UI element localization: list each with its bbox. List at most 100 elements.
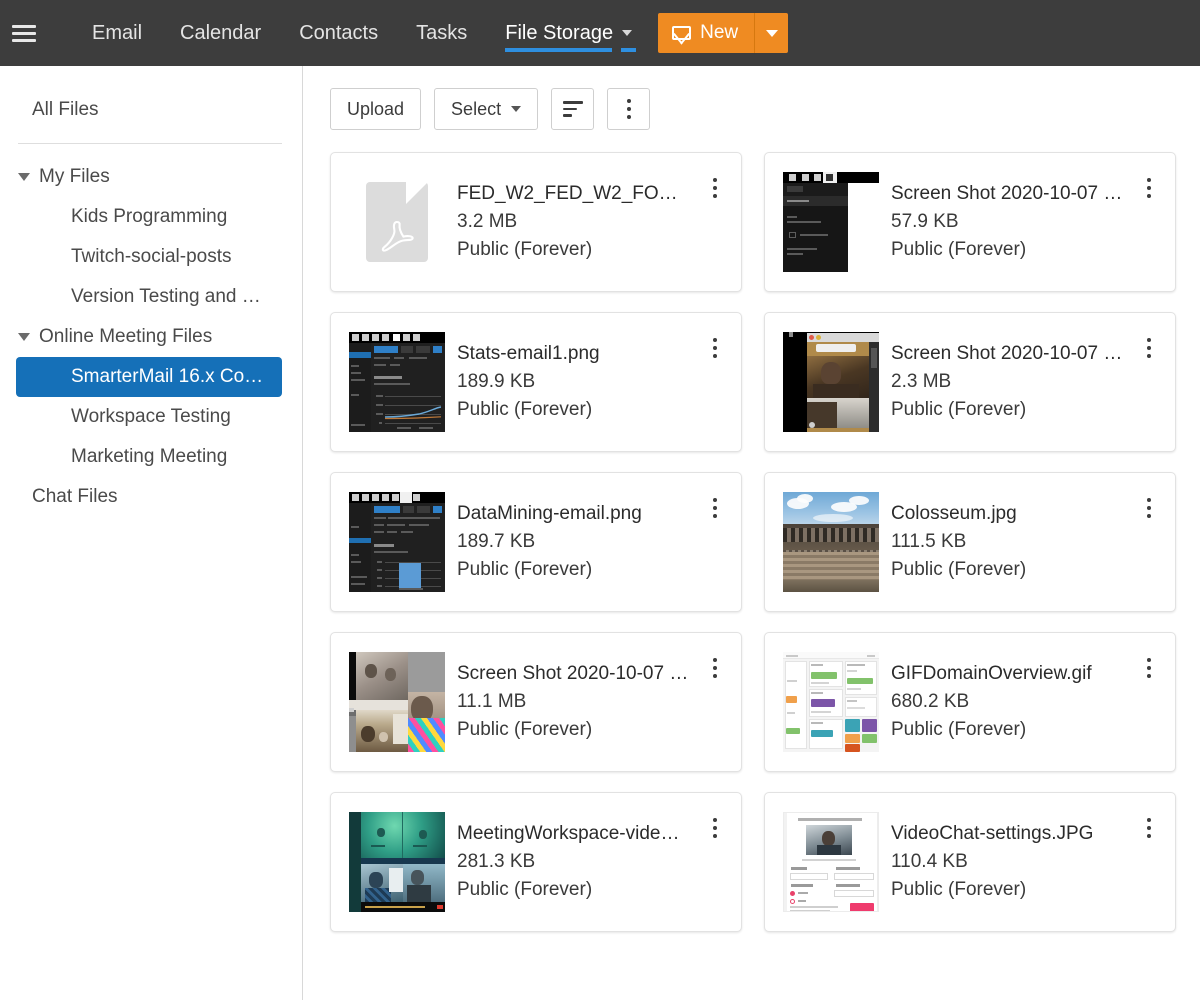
file-card-menu-button[interactable] xyxy=(707,335,723,361)
file-card-menu-button[interactable] xyxy=(707,175,723,201)
file-permission: Public (Forever) xyxy=(457,879,593,900)
file-thumbnail xyxy=(349,652,445,752)
file-card-menu-button[interactable] xyxy=(707,815,723,841)
file-card[interactable]: Screen Shot 2020-10-07 at… 11.1 MB Publi… xyxy=(330,632,742,772)
file-size: 11.1 MB xyxy=(457,691,527,712)
file-card[interactable]: MeetingWorkspace-videoC… 281.3 KB Public… xyxy=(330,792,742,932)
file-card-menu-button[interactable] xyxy=(1141,495,1157,521)
kebab-menu-icon xyxy=(713,498,717,518)
file-thumbnail xyxy=(349,492,445,592)
sidebar-item-twitch-social-posts[interactable]: Twitch-social-posts xyxy=(0,237,302,277)
file-info: Stats-email1.png 189.9 KB Public (Foreve… xyxy=(457,340,723,424)
file-card[interactable]: VideoChat-settings.JPG 110.4 KB Public (… xyxy=(764,792,1176,932)
file-card[interactable]: Stats-email1.png 189.9 KB Public (Foreve… xyxy=(330,312,742,452)
file-permission: Public (Forever) xyxy=(891,399,1027,420)
screenshot-thumbnail xyxy=(349,812,445,912)
nav-item-calendar[interactable]: Calendar xyxy=(161,0,280,66)
file-info: Screen Shot 2020-10-07 at… 2.3 MB Public… xyxy=(891,340,1157,424)
sidebar-item-version-testing[interactable]: Version Testing and … xyxy=(0,277,302,317)
file-name: Screen Shot 2020-10-07 at… xyxy=(891,183,1123,204)
file-thumbnail xyxy=(783,652,879,752)
file-card-menu-button[interactable] xyxy=(1141,815,1157,841)
file-info: Screen Shot 2020-10-07 at… 57.9 KB Publi… xyxy=(891,180,1157,264)
sidebar-item-kids-programming[interactable]: Kids Programming xyxy=(0,197,302,237)
pdf-file-icon xyxy=(366,182,428,262)
file-card[interactable]: FED_W2_FED_W2_FOUR_U… 3.2 MB Public (For… xyxy=(330,152,742,292)
file-card-menu-button[interactable] xyxy=(707,655,723,681)
new-button-label: New xyxy=(700,22,739,43)
sidebar-item-smartermail-16x[interactable]: SmarterMail 16.x Co… xyxy=(16,357,282,397)
file-card[interactable]: Colosseum.jpg 111.5 KB Public (Forever) xyxy=(764,472,1176,612)
file-name: MeetingWorkspace-videoC… xyxy=(457,823,689,844)
photo-thumbnail xyxy=(783,492,879,592)
file-card-menu-button[interactable] xyxy=(1141,175,1157,201)
sidebar-group-my-files-label: My Files xyxy=(39,166,110,187)
new-button[interactable]: New xyxy=(658,13,754,53)
screenshot-thumbnail xyxy=(783,652,879,752)
screenshot-thumbnail xyxy=(783,172,879,272)
hamburger-menu-button[interactable] xyxy=(0,0,48,66)
triangle-expanded-icon xyxy=(18,173,30,181)
sidebar-item-chat-files[interactable]: Chat Files xyxy=(0,477,302,517)
sidebar-group-my-files[interactable]: My Files xyxy=(0,157,302,197)
screenshot-thumbnail xyxy=(349,492,445,592)
file-size: 3.2 MB xyxy=(457,211,518,232)
nav-item-email[interactable]: Email xyxy=(73,0,161,66)
file-thumbnail xyxy=(783,332,879,432)
more-options-button[interactable] xyxy=(607,88,651,130)
file-name: Screen Shot 2020-10-07 at… xyxy=(457,663,689,684)
file-info: VideoChat-settings.JPG 110.4 KB Public (… xyxy=(891,820,1157,904)
sort-icon xyxy=(562,101,583,117)
sidebar-item-marketing-meeting[interactable]: Marketing Meeting xyxy=(0,437,302,477)
file-permission: Public (Forever) xyxy=(457,239,593,260)
file-name: DataMining-email.png xyxy=(457,503,642,524)
file-thumbnail xyxy=(783,812,879,912)
nav-item-tasks[interactable]: Tasks xyxy=(397,0,486,66)
file-card-menu-button[interactable] xyxy=(1141,655,1157,681)
file-size: 57.9 KB xyxy=(891,211,959,232)
file-permission: Public (Forever) xyxy=(891,719,1027,740)
sidebar: All Files My Files Kids Programming Twit… xyxy=(0,66,303,1000)
file-card[interactable]: Screen Shot 2020-10-07 at… 2.3 MB Public… xyxy=(764,312,1176,452)
sidebar-item-all-files[interactable]: All Files xyxy=(0,90,302,130)
file-permission: Public (Forever) xyxy=(457,399,593,420)
kebab-menu-icon xyxy=(1147,178,1151,198)
file-size: 110.4 KB xyxy=(891,851,968,872)
file-size: 189.9 KB xyxy=(457,371,536,392)
active-tab-underline xyxy=(505,48,613,52)
file-toolbar: Upload Select xyxy=(304,66,1200,130)
file-card[interactable]: Screen Shot 2020-10-07 at… 57.9 KB Publi… xyxy=(764,152,1176,292)
file-grid: FED_W2_FED_W2_FOUR_U… 3.2 MB Public (For… xyxy=(330,152,1185,932)
file-name: VideoChat-settings.JPG xyxy=(891,823,1094,844)
nav-item-contacts[interactable]: Contacts xyxy=(280,0,397,66)
nav-item-file-storage-label: File Storage xyxy=(505,22,614,44)
file-info: MeetingWorkspace-videoC… 281.3 KB Public… xyxy=(457,820,723,904)
file-info: FED_W2_FED_W2_FOUR_U… 3.2 MB Public (For… xyxy=(457,180,723,264)
upload-button[interactable]: Upload xyxy=(330,88,422,130)
file-name: Stats-email1.png xyxy=(457,343,600,364)
select-button[interactable]: Select xyxy=(434,88,539,130)
sidebar-group-online-meeting-files[interactable]: Online Meeting Files xyxy=(0,317,302,357)
file-name: Screen Shot 2020-10-07 at… xyxy=(891,343,1123,364)
file-card-menu-button[interactable] xyxy=(1141,335,1157,361)
file-card-menu-button[interactable] xyxy=(707,495,723,521)
file-info: GIFDomainOverview.gif 680.2 KB Public (F… xyxy=(891,660,1157,744)
file-card[interactable]: DataMining-email.png 189.7 KB Public (Fo… xyxy=(330,472,742,612)
new-button-dropdown[interactable] xyxy=(754,13,788,53)
file-permission: Public (Forever) xyxy=(457,559,593,580)
kebab-menu-icon xyxy=(1147,658,1151,678)
sort-button[interactable] xyxy=(551,88,595,130)
file-info: Colosseum.jpg 111.5 KB Public (Forever) xyxy=(891,500,1157,584)
file-card[interactable]: GIFDomainOverview.gif 680.2 KB Public (F… xyxy=(764,632,1176,772)
file-name: Colosseum.jpg xyxy=(891,503,1017,524)
kebab-menu-icon xyxy=(1147,338,1151,358)
file-size: 680.2 KB xyxy=(891,691,970,712)
hamburger-icon xyxy=(12,24,36,42)
screenshot-thumbnail xyxy=(349,332,445,432)
kebab-menu-icon xyxy=(626,99,631,119)
screenshot-thumbnail xyxy=(783,812,879,912)
sidebar-divider xyxy=(18,143,282,144)
nav-item-file-storage[interactable]: File Storage xyxy=(486,0,642,66)
file-name: GIFDomainOverview.gif xyxy=(891,663,1092,684)
sidebar-item-workspace-testing[interactable]: Workspace Testing xyxy=(0,397,302,437)
